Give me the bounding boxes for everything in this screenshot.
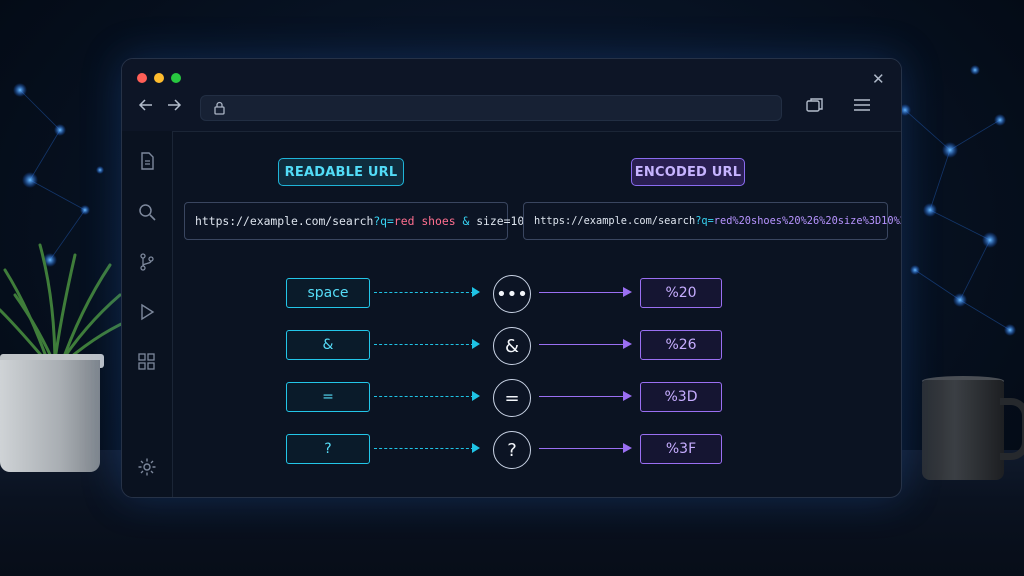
arrow-head-icon <box>623 287 632 297</box>
solid-connector <box>539 292 625 293</box>
readable-url-size-param: size=10 <box>476 214 525 228</box>
ampersand-symbol-icon: & <box>493 327 531 365</box>
encoded-url-rest: red%20shoes%20%26%20size%3D10%20%3F <box>713 215 901 227</box>
hamburger-menu-icon[interactable] <box>853 97 871 117</box>
lock-icon <box>214 100 225 119</box>
encoded-char-box: %26 <box>640 330 722 360</box>
space-dots-icon: ••• <box>493 275 531 313</box>
dashed-connector <box>374 396 474 397</box>
tabs-icon[interactable] <box>806 97 824 117</box>
arrow-head-icon <box>472 287 480 297</box>
arrow-head-icon <box>472 339 480 349</box>
source-char-box: = <box>286 382 370 412</box>
solid-connector <box>539 396 625 397</box>
readable-url-ampersand: & <box>455 214 477 228</box>
search-icon[interactable] <box>137 202 157 222</box>
source-control-icon[interactable] <box>137 252 157 272</box>
encoded-url-box[interactable]: https://example.com/search ?q= red%20shoes… <box>523 202 901 240</box>
solid-connector <box>539 448 625 449</box>
title-bar: ✕ <box>122 59 901 132</box>
window-close-dot[interactable] <box>137 73 147 83</box>
mapping-row-question: ? ? %3F <box>122 431 901 469</box>
readable-url-label: READABLE URL <box>278 158 404 186</box>
forward-arrow-icon[interactable] <box>166 97 182 117</box>
arrow-head-icon <box>472 391 480 401</box>
dashed-connector <box>374 448 474 449</box>
mapping-row-equals: = = %3D <box>122 379 901 417</box>
readable-url-box[interactable]: https://example.com/search ?q= red shoes &… <box>184 202 538 240</box>
arrow-head-icon <box>623 391 632 401</box>
address-bar[interactable] <box>200 95 782 121</box>
source-char-box: ? <box>286 434 370 464</box>
mapping-row-space: space ••• %20 <box>122 275 901 313</box>
source-char-box: space <box>286 278 370 308</box>
coffee-mug <box>922 380 1004 480</box>
browser-window: ✕ READABLE URL ENCODED URL https://examp… <box>121 58 902 498</box>
readable-url-query-sep: ?q= <box>373 214 394 228</box>
equals-symbol-icon: = <box>493 379 531 417</box>
encoded-url-label: ENCODED URL <box>631 158 745 186</box>
mapping-row-ampersand: & & %26 <box>122 327 901 365</box>
mug-handle <box>1000 398 1024 460</box>
encoded-url-query-sep: ?q= <box>695 215 714 227</box>
arrow-head-icon <box>623 339 632 349</box>
plant-pot <box>0 360 100 472</box>
dashed-connector <box>374 344 474 345</box>
window-minimize-dot[interactable] <box>154 73 164 83</box>
arrow-head-icon <box>472 443 480 453</box>
window-maximize-dot[interactable] <box>171 73 181 83</box>
arrow-head-icon <box>623 443 632 453</box>
question-symbol-icon: ? <box>493 431 531 469</box>
encoded-url-base: https://example.com/search <box>534 215 696 227</box>
encoded-char-box: %20 <box>640 278 722 308</box>
readable-url-query-value: red shoes <box>393 214 456 228</box>
file-icon[interactable] <box>137 151 157 171</box>
encoded-char-box: %3F <box>640 434 722 464</box>
readable-url-base: https://example.com/search <box>195 214 374 228</box>
close-icon[interactable]: ✕ <box>872 70 885 88</box>
dashed-connector <box>374 292 474 293</box>
plant-leaves <box>0 243 132 370</box>
back-arrow-icon[interactable] <box>138 97 154 117</box>
source-char-box: & <box>286 330 370 360</box>
solid-connector <box>539 344 625 345</box>
encoded-char-box: %3D <box>640 382 722 412</box>
